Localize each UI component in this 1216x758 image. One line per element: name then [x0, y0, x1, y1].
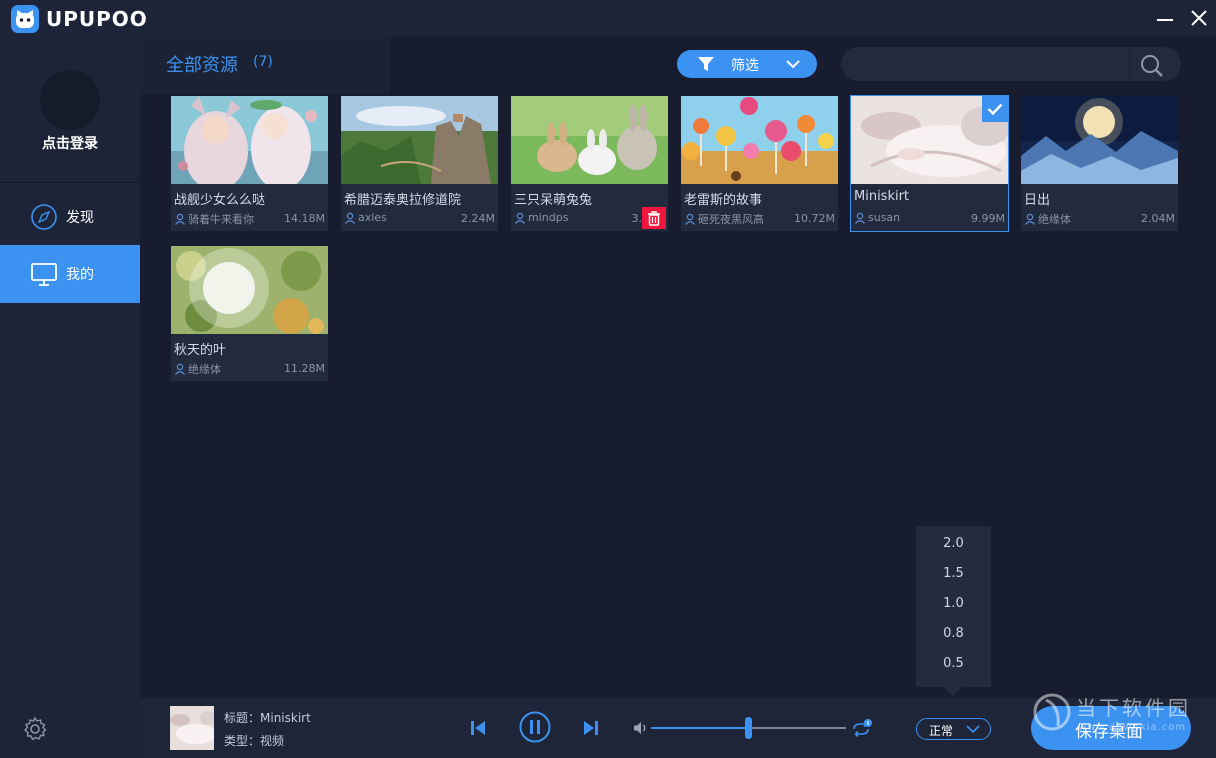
- minimize-icon[interactable]: [1155, 8, 1175, 28]
- wallpaper-card[interactable]: 日出 绝缘体 2.04M: [1021, 96, 1178, 231]
- user-icon: [855, 212, 865, 224]
- wallpaper-card[interactable]: Miniskirt susan 9.99M: [850, 95, 1009, 232]
- filter-button[interactable]: 筛选: [677, 50, 817, 78]
- compass-icon: [31, 204, 57, 230]
- wallpaper-thumbnail: [511, 96, 668, 184]
- title-bar: UPUPOO: [0, 0, 1216, 36]
- check-icon: [987, 103, 1003, 115]
- loop-icon[interactable]: [851, 719, 873, 739]
- delete-button[interactable]: [642, 207, 666, 229]
- watermark-logo-icon: [1033, 693, 1071, 731]
- login-link[interactable]: 点击登录: [0, 133, 140, 153]
- avatar[interactable]: [40, 70, 100, 130]
- wallpaper-thumbnail: [171, 96, 328, 184]
- speed-option[interactable]: 0.8: [916, 619, 991, 649]
- close-icon[interactable]: [1189, 8, 1209, 28]
- wallpaper-thumbnail: [341, 96, 498, 184]
- volume-fill: [651, 727, 749, 729]
- sidebar-item-discover[interactable]: 发现: [0, 188, 140, 246]
- volume-handle[interactable]: [745, 717, 752, 739]
- card-size: 10.72M: [794, 212, 835, 225]
- filter-label: 筛选: [731, 58, 759, 74]
- monitor-icon: [31, 263, 57, 286]
- card-size: 3.: [631, 212, 643, 225]
- resource-count: (7): [253, 54, 273, 70]
- card-author: susan: [854, 211, 900, 224]
- speed-select[interactable]: 正常: [916, 718, 991, 740]
- card-author: 绝缘体: [1024, 211, 1071, 227]
- sidebar-item-mine[interactable]: 我的: [0, 245, 140, 303]
- pause-icon[interactable]: [519, 711, 551, 743]
- card-size: 2.24M: [461, 212, 495, 225]
- card-author: 骑着牛来看你: [174, 211, 254, 227]
- card-title: 希腊迈泰奥拉修道院: [344, 193, 462, 208]
- speed-select-value: 正常: [929, 724, 954, 738]
- trash-icon: [648, 210, 660, 226]
- user-icon: [345, 212, 355, 224]
- sidebar-item-label: 发现: [66, 210, 94, 226]
- wallpaper-card[interactable]: 老雷斯的故事 砸死夜黑风高 10.72M: [681, 96, 838, 231]
- speed-option[interactable]: 0.5: [916, 649, 991, 679]
- card-author: 砸死夜黑风高: [684, 211, 764, 227]
- card-size: 9.99M: [971, 212, 1005, 225]
- search-icon[interactable]: [1140, 54, 1164, 78]
- user-icon: [175, 213, 185, 225]
- wallpaper-card[interactable]: 战舰少女么么哒 骑着牛来看你 14.18M: [171, 96, 328, 231]
- user-icon: [1025, 213, 1035, 225]
- user-icon: [685, 213, 695, 225]
- speed-option[interactable]: 2.0: [916, 529, 991, 559]
- speed-menu: 2.0 1.5 1.0 0.8 0.5: [916, 526, 991, 687]
- wallpaper-thumbnail: [681, 96, 838, 184]
- gear-icon[interactable]: [22, 716, 48, 742]
- card-author: axles: [344, 211, 387, 224]
- speed-option[interactable]: 1.5: [916, 559, 991, 589]
- previous-icon[interactable]: [469, 719, 487, 737]
- now-playing-thumbnail: [170, 706, 214, 750]
- volume-icon[interactable]: [633, 721, 649, 735]
- search-divider: [1129, 49, 1130, 79]
- wallpaper-card[interactable]: 秋天的叶 绝缘体 11.28M: [171, 246, 328, 381]
- app-brand: UPUPOO: [46, 7, 148, 31]
- card-title: 日出: [1024, 193, 1051, 208]
- card-size: 2.04M: [1141, 212, 1175, 225]
- speed-menu-pointer: [944, 687, 962, 696]
- next-icon[interactable]: [582, 719, 600, 737]
- wallpaper-card[interactable]: 三只呆萌兔兔 mindps 3.: [511, 96, 668, 231]
- search-input[interactable]: [855, 52, 1125, 76]
- sidebar-divider: [0, 182, 140, 183]
- filter-icon: [698, 57, 714, 71]
- card-title: 三只呆萌兔兔: [514, 193, 593, 208]
- card-author: 绝缘体: [174, 361, 221, 377]
- now-playing-title: 标题：Miniskirt: [224, 711, 311, 725]
- card-author: mindps: [514, 211, 568, 224]
- user-icon: [175, 363, 185, 375]
- search-box: [841, 47, 1181, 81]
- selected-check-badge: [982, 96, 1008, 122]
- speed-option[interactable]: 1.0: [916, 589, 991, 619]
- card-title: 老雷斯的故事: [684, 193, 763, 208]
- now-playing-type: 类型：视频: [224, 734, 285, 748]
- page-title: 全部资源: [166, 55, 238, 76]
- sidebar-item-label: 我的: [66, 267, 94, 283]
- chevron-down-icon: [786, 60, 800, 69]
- wallpaper-card[interactable]: 希腊迈泰奥拉修道院 axles 2.24M: [341, 96, 498, 231]
- user-icon: [515, 212, 525, 224]
- sidebar: 点击登录 发现 我的: [0, 36, 140, 758]
- watermark-url: www.downxia.com: [1078, 722, 1187, 733]
- chevron-down-icon: [966, 725, 980, 734]
- app-logo-icon: [11, 5, 39, 33]
- card-title: 秋天的叶: [174, 343, 227, 358]
- watermark-text: 当下软件园: [1076, 696, 1191, 720]
- wallpaper-thumbnail: [1021, 96, 1178, 184]
- card-title: 战舰少女么么哒: [174, 193, 266, 208]
- wallpaper-thumbnail: [171, 246, 328, 334]
- card-title: Miniskirt: [854, 189, 910, 204]
- card-size: 14.18M: [284, 212, 325, 225]
- card-size: 11.28M: [284, 362, 325, 375]
